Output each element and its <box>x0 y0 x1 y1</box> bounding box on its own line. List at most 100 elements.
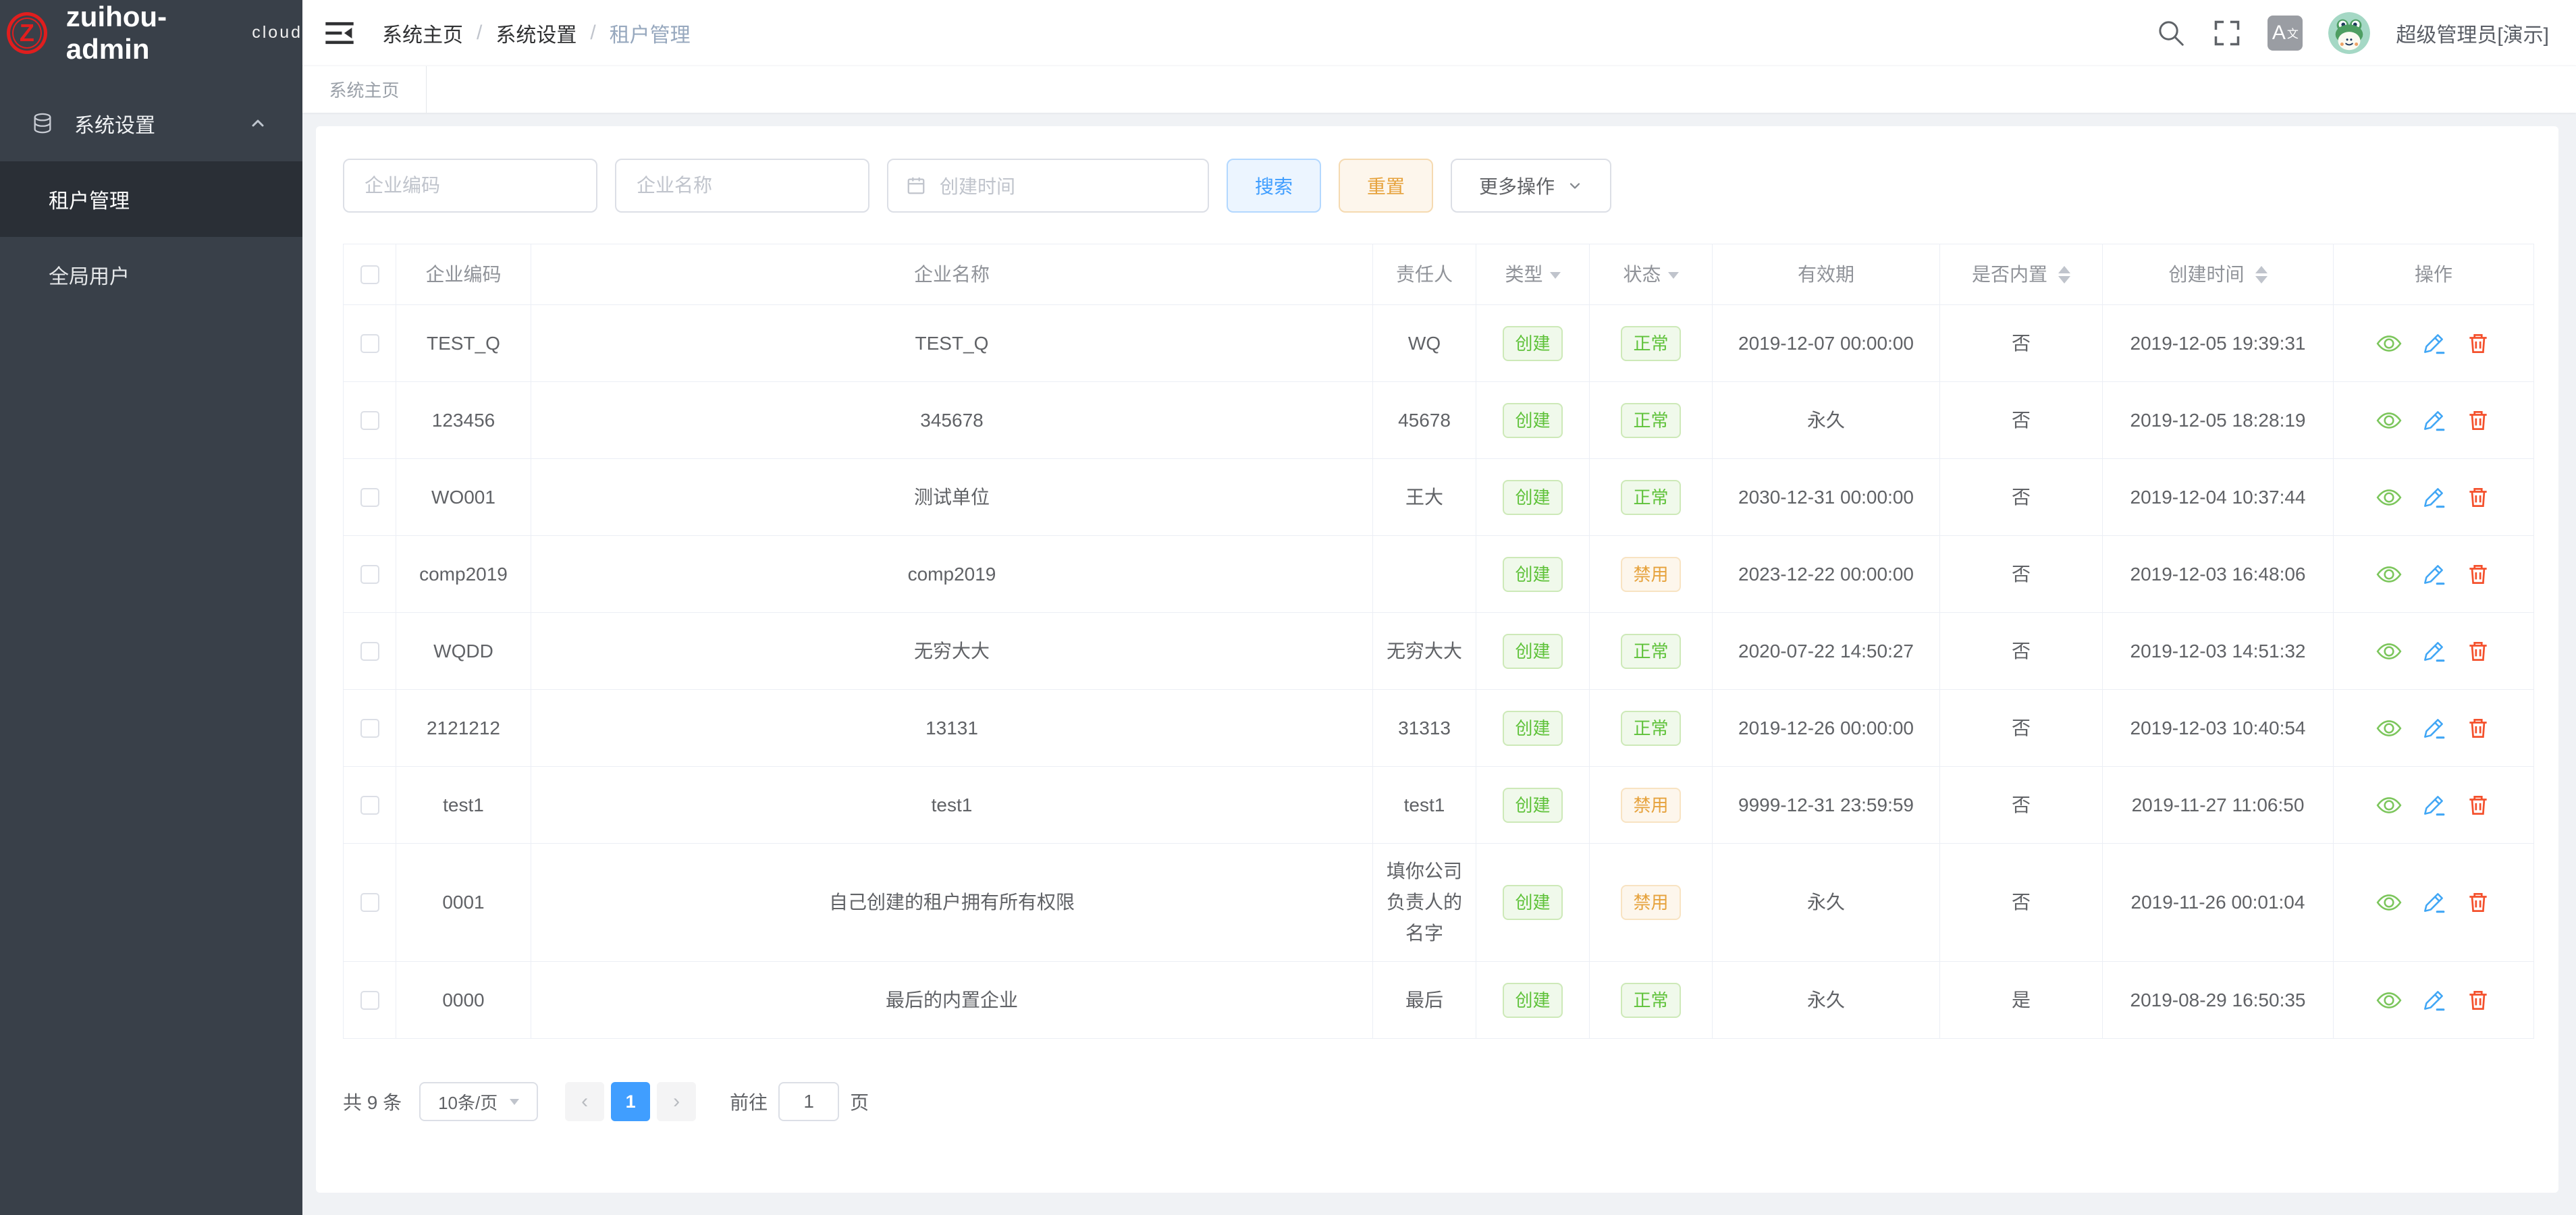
column-header: 企业名称 <box>531 244 1373 305</box>
view-eye-icon[interactable] <box>2376 792 2402 818</box>
delete-trash-icon[interactable] <box>2465 716 2491 741</box>
column-header: 有效期 <box>1713 244 1940 305</box>
edit-pencil-icon[interactable] <box>2421 408 2446 433</box>
page-size-select[interactable]: 10条/页 <box>419 1082 538 1121</box>
breadcrumb-settings[interactable]: 系统设置 <box>495 18 576 48</box>
row-checkbox[interactable] <box>360 411 379 430</box>
page-number-1[interactable]: 1 <box>611 1082 650 1121</box>
view-eye-icon[interactable] <box>2376 716 2402 741</box>
enterprise-code-input[interactable] <box>343 159 597 213</box>
next-page-button[interactable]: › <box>657 1082 696 1121</box>
avatar[interactable] <box>2328 12 2370 54</box>
edit-pencil-icon[interactable] <box>2421 890 2446 915</box>
app-logo[interactable]: Z zuihou-admin cloud <box>0 0 302 65</box>
cell-enterprise-code: comp2019 <box>396 536 531 613</box>
edit-pencil-icon[interactable] <box>2421 716 2446 741</box>
delete-trash-icon[interactable] <box>2465 890 2491 915</box>
sidebar-item-global-users[interactable]: 全局用户 <box>0 237 302 313</box>
tenant-card: 创建时间 搜索 重置 更多操作 企业编码企业名称责任人类型状态有效期是否内置创建… <box>316 126 2558 1193</box>
row-checkbox[interactable] <box>360 719 379 738</box>
cell-actions <box>2334 536 2534 613</box>
search-icon[interactable] <box>2155 18 2186 49</box>
row-checkbox[interactable] <box>360 565 379 584</box>
delete-trash-icon[interactable] <box>2465 562 2491 587</box>
sidebar-item-tenant-management[interactable]: 租户管理 <box>0 161 302 237</box>
column-header[interactable]: 状态 <box>1590 244 1713 305</box>
view-eye-icon[interactable] <box>2376 485 2402 510</box>
table-row: 21212121313131313创建正常2019-12-26 00:00:00… <box>344 690 2534 767</box>
language-icon[interactable]: A文 <box>2268 16 2303 51</box>
more-actions-button[interactable]: 更多操作 <box>1451 159 1611 213</box>
cell-type: 创建 <box>1476 382 1590 459</box>
sidebar-collapse-icon[interactable] <box>324 18 355 49</box>
cell-enterprise-code: 2121212 <box>396 690 531 767</box>
user-name[interactable]: 超级管理员[演示] <box>2396 18 2549 48</box>
table-row: comp2019comp2019创建禁用2023-12-22 00:00:00否… <box>344 536 2534 613</box>
delete-trash-icon[interactable] <box>2465 331 2491 356</box>
column-label: 有效期 <box>1798 259 1854 290</box>
view-eye-icon[interactable] <box>2376 988 2402 1013</box>
type-tag: 创建 <box>1503 788 1562 823</box>
column-header[interactable]: 是否内置 <box>1940 244 2103 305</box>
edit-pencil-icon[interactable] <box>2421 988 2446 1013</box>
row-checkbox[interactable] <box>360 642 379 661</box>
reset-button[interactable]: 重置 <box>1339 159 1433 213</box>
column-filter-icon[interactable] <box>1668 272 1679 284</box>
edit-pencil-icon[interactable] <box>2421 485 2446 510</box>
sort-carets-icon[interactable] <box>2255 266 2268 284</box>
column-filter-icon[interactable] <box>1550 272 1561 284</box>
edit-pencil-icon[interactable] <box>2421 562 2446 587</box>
create-time-input[interactable]: 创建时间 <box>887 159 1209 213</box>
cell-enterprise-name: 345678 <box>531 382 1373 459</box>
sidebar-item-label: 系统设置 <box>74 109 155 138</box>
edit-pencil-icon[interactable] <box>2421 639 2446 664</box>
goto-page-input[interactable] <box>778 1082 839 1121</box>
cell-owner: WQ <box>1373 305 1476 382</box>
delete-trash-icon[interactable] <box>2465 988 2491 1013</box>
cell-validity: 永久 <box>1713 844 1940 962</box>
sidebar-item-system-settings[interactable]: 系统设置 <box>0 86 302 161</box>
column-header[interactable]: 创建时间 <box>2103 244 2334 305</box>
sort-carets-icon[interactable] <box>2058 266 2070 284</box>
view-eye-icon[interactable] <box>2376 890 2402 915</box>
status-tag: 禁用 <box>1621 885 1680 920</box>
cell-enterprise-code: WQDD <box>396 613 531 690</box>
main-area: 系统主页 / 系统设置 / 租户管理 A文 <box>302 0 2576 1215</box>
chevron-down-icon <box>510 1099 519 1110</box>
cell-validity: 2020-07-22 14:50:27 <box>1713 613 1940 690</box>
prev-page-button[interactable]: ‹ <box>565 1082 604 1121</box>
view-eye-icon[interactable] <box>2376 408 2402 433</box>
cell-builtin: 否 <box>1940 382 2103 459</box>
edit-pencil-icon[interactable] <box>2421 331 2446 356</box>
view-eye-icon[interactable] <box>2376 562 2402 587</box>
cell-created-time: 2019-12-04 10:37:44 <box>2103 459 2334 536</box>
edit-pencil-icon[interactable] <box>2421 792 2446 818</box>
row-checkbox[interactable] <box>360 488 379 507</box>
tab-system-home[interactable]: 系统主页 <box>302 66 427 113</box>
goto-label: 前往 <box>730 1088 768 1115</box>
cell-type: 创建 <box>1476 690 1590 767</box>
row-checkbox[interactable] <box>360 796 379 815</box>
cell-validity: 9999-12-31 23:59:59 <box>1713 767 1940 844</box>
row-checkbox[interactable] <box>360 991 379 1010</box>
column-label: 企业编码 <box>425 259 501 290</box>
delete-trash-icon[interactable] <box>2465 485 2491 510</box>
delete-trash-icon[interactable] <box>2465 639 2491 664</box>
cell-type: 创建 <box>1476 305 1590 382</box>
status-tag: 正常 <box>1621 403 1680 438</box>
select-all-checkbox[interactable] <box>360 265 379 284</box>
breadcrumb-home[interactable]: 系统主页 <box>382 18 463 48</box>
delete-trash-icon[interactable] <box>2465 408 2491 433</box>
cell-owner: 填你公司负责人的名字 <box>1373 844 1476 962</box>
cell-enterprise-code: 0000 <box>396 962 531 1039</box>
search-button[interactable]: 搜索 <box>1227 159 1321 213</box>
view-eye-icon[interactable] <box>2376 639 2402 664</box>
delete-trash-icon[interactable] <box>2465 792 2491 818</box>
enterprise-name-input[interactable] <box>615 159 869 213</box>
column-header[interactable]: 类型 <box>1476 244 1590 305</box>
row-checkbox[interactable] <box>360 334 379 353</box>
view-eye-icon[interactable] <box>2376 331 2402 356</box>
cell-status: 正常 <box>1590 459 1713 536</box>
row-checkbox[interactable] <box>360 893 379 912</box>
fullscreen-icon[interactable] <box>2212 18 2242 48</box>
